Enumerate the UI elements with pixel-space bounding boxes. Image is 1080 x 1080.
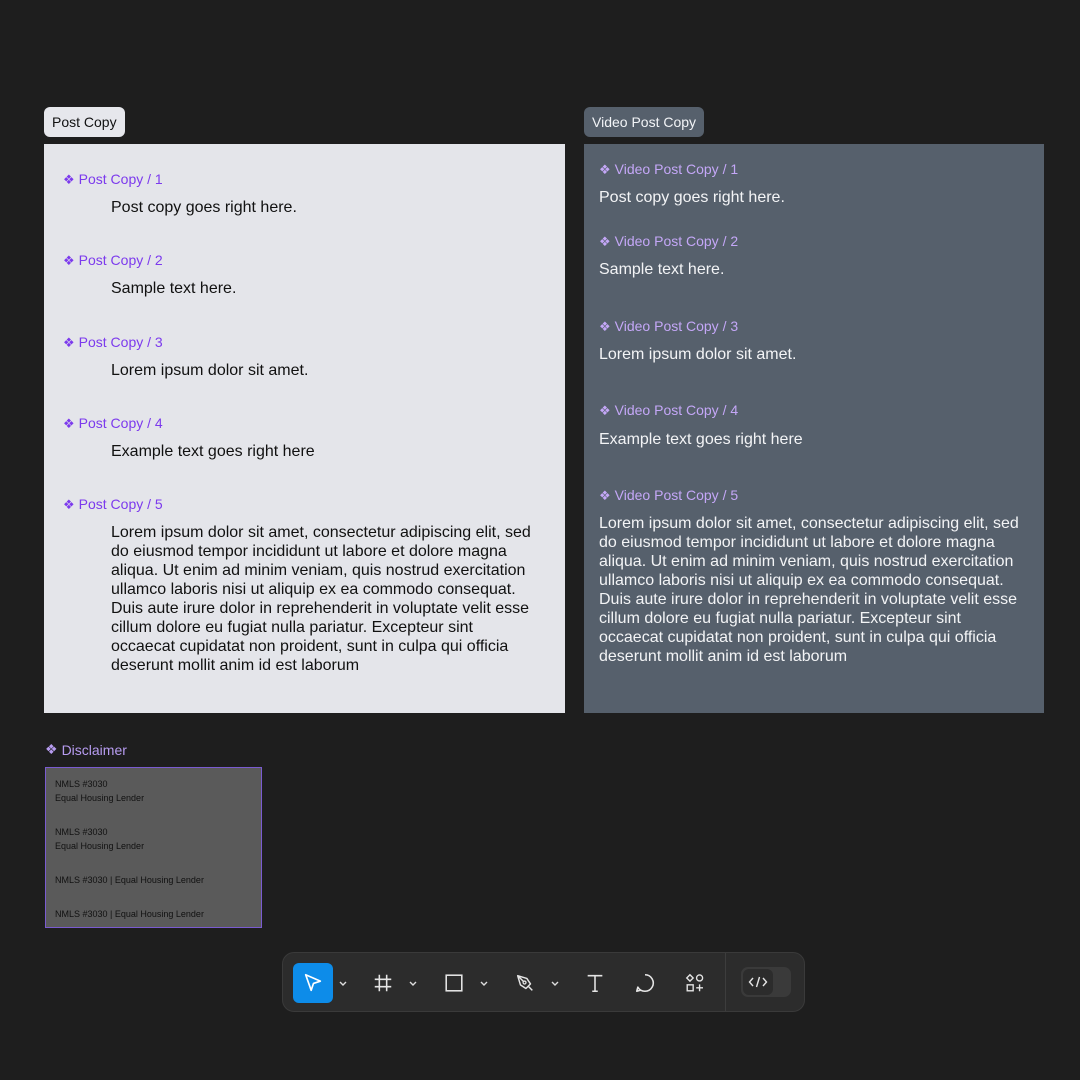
frame-tool-icon bbox=[374, 974, 392, 992]
disclaimer-component[interactable]: NMLS #3030 Equal Housing Lender NMLS #30… bbox=[45, 767, 262, 928]
move-tool-button[interactable] bbox=[293, 963, 333, 1003]
component-label[interactable]: ❖ Post Copy / 5 bbox=[63, 496, 163, 512]
actions-button[interactable] bbox=[675, 963, 715, 1003]
text-tool-icon bbox=[587, 974, 603, 993]
bottom-toolbar bbox=[282, 952, 805, 1012]
copy-text[interactable]: Post copy goes right here. bbox=[111, 198, 531, 217]
rectangle-tool-icon bbox=[445, 974, 463, 992]
component-label-text: Video Post Copy / 1 bbox=[614, 161, 739, 177]
copy-text[interactable]: Lorem ipsum dolor sit amet. bbox=[599, 345, 1019, 364]
component-icon: ❖ bbox=[63, 171, 75, 187]
disclaimer-line: Equal Housing Lender bbox=[55, 793, 145, 803]
dev-mode-icon bbox=[748, 976, 768, 988]
component-label-text: Post Copy / 3 bbox=[78, 334, 163, 350]
component-label[interactable]: ❖ Post Copy / 4 bbox=[63, 415, 163, 431]
copy-text[interactable]: Lorem ipsum dolor sit amet. bbox=[111, 361, 531, 380]
component-label-text: Video Post Copy / 3 bbox=[614, 318, 739, 334]
copy-text[interactable]: Post copy goes right here. bbox=[599, 188, 1019, 207]
component-icon: ❖ bbox=[63, 496, 75, 512]
chevron-down-icon bbox=[409, 981, 417, 986]
copy-text[interactable]: Example text goes right here bbox=[599, 430, 1019, 449]
component-icon: ❖ bbox=[599, 487, 611, 503]
component-icon: ❖ bbox=[599, 402, 611, 418]
move-tool-icon bbox=[304, 973, 322, 992]
frame-post-copy[interactable]: ❖ Post Copy / 1 Post copy goes right here… bbox=[44, 144, 565, 713]
component-label-text: Video Post Copy / 2 bbox=[614, 233, 739, 249]
dev-mode-toggle[interactable] bbox=[741, 967, 791, 997]
component-icon: ❖ bbox=[599, 233, 611, 249]
component-label[interactable]: ❖ Post Copy / 3 bbox=[63, 334, 163, 350]
disclaimer-label-text: Disclaimer bbox=[61, 741, 127, 758]
component-label[interactable]: ❖ Video Post Copy / 4 bbox=[599, 402, 738, 418]
component-icon: ❖ bbox=[599, 161, 611, 177]
pen-tool-button[interactable] bbox=[505, 963, 545, 1003]
disclaimer-line: NMLS #3030 | Equal Housing Lender bbox=[55, 909, 204, 919]
component-label[interactable]: ❖ Post Copy / 2 bbox=[63, 252, 163, 268]
comment-tool-button[interactable] bbox=[625, 963, 665, 1003]
component-label-text: Post Copy / 1 bbox=[78, 171, 163, 187]
actions-icon bbox=[685, 973, 704, 992]
component-label[interactable]: ❖ Post Copy / 1 bbox=[63, 171, 163, 187]
component-label[interactable]: ❖ Video Post Copy / 2 bbox=[599, 233, 738, 249]
component-label-text: Post Copy / 5 bbox=[78, 496, 163, 512]
component-label-text: Video Post Copy / 4 bbox=[614, 402, 739, 418]
component-label-text: Post Copy / 2 bbox=[78, 252, 163, 268]
chevron-down-icon bbox=[551, 981, 559, 986]
toolbar-divider bbox=[725, 953, 726, 1011]
frame-tab-post-copy[interactable]: Post Copy bbox=[44, 107, 125, 137]
component-label[interactable]: ❖ Video Post Copy / 3 bbox=[599, 318, 738, 334]
copy-text[interactable]: Lorem ipsum dolor sit amet, consectetur … bbox=[111, 523, 531, 675]
disclaimer-line: Equal Housing Lender bbox=[55, 841, 145, 851]
component-label[interactable]: ❖ Video Post Copy / 1 bbox=[599, 161, 738, 177]
disclaimer-line: NMLS #3030 | Equal Housing Lender bbox=[55, 875, 204, 885]
copy-text[interactable]: Lorem ipsum dolor sit amet, consectetur … bbox=[599, 514, 1019, 666]
shape-tool-button[interactable] bbox=[434, 963, 474, 1003]
pen-tool-icon bbox=[516, 974, 533, 991]
component-label-text: Post Copy / 4 bbox=[78, 415, 163, 431]
copy-text[interactable]: Example text goes right here bbox=[111, 442, 531, 461]
component-icon: ❖ bbox=[63, 252, 75, 268]
text-tool-button[interactable] bbox=[575, 963, 615, 1003]
component-icon: ❖ bbox=[63, 334, 75, 350]
disclaimer-line: NMLS #3030 bbox=[55, 779, 108, 789]
frame-tab-video-post-copy[interactable]: Video Post Copy bbox=[584, 107, 705, 137]
dev-mode-toggle-knob bbox=[743, 969, 773, 995]
component-label-text: Video Post Copy / 5 bbox=[614, 487, 739, 503]
chevron-down-icon bbox=[339, 981, 347, 986]
frame-tool-button[interactable] bbox=[363, 963, 403, 1003]
move-tool-dropdown[interactable] bbox=[335, 963, 351, 1003]
component-label[interactable]: ❖ Video Post Copy / 5 bbox=[599, 487, 738, 503]
copy-text[interactable]: Sample text here. bbox=[599, 260, 1019, 279]
component-icon: ❖ bbox=[63, 415, 75, 431]
shape-tool-dropdown[interactable] bbox=[476, 963, 492, 1003]
frame-tool-dropdown[interactable] bbox=[405, 963, 421, 1003]
copy-text[interactable]: Sample text here. bbox=[111, 279, 531, 298]
disclaimer-line: NMLS #3030 bbox=[55, 827, 108, 837]
comment-tool-icon bbox=[635, 973, 654, 993]
pen-tool-dropdown[interactable] bbox=[547, 963, 563, 1003]
chevron-down-icon bbox=[480, 981, 488, 986]
disclaimer-component-label[interactable]: ❖ Disclaimer bbox=[45, 741, 127, 758]
frame-video-post-copy[interactable]: ❖ Video Post Copy / 1 Post copy goes righ… bbox=[584, 144, 1044, 713]
component-icon: ❖ bbox=[45, 741, 58, 757]
component-icon: ❖ bbox=[599, 318, 611, 334]
